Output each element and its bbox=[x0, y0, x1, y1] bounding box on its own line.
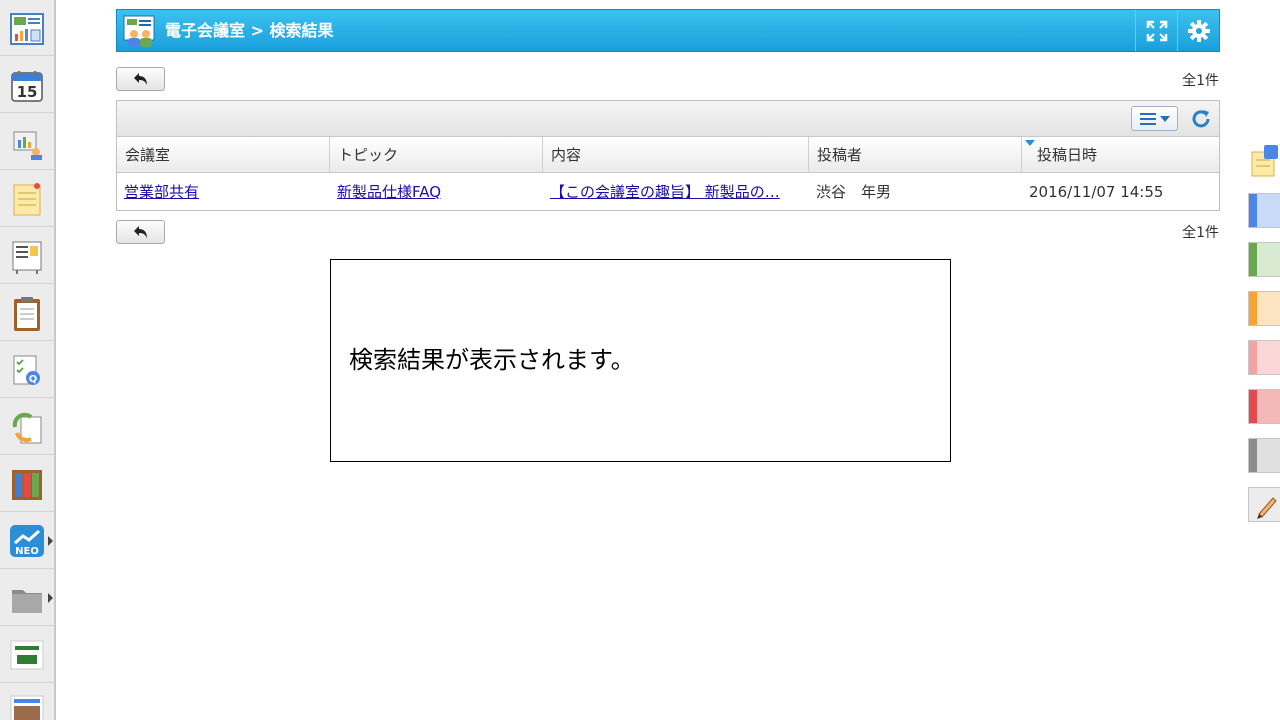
callout-text: 検索結果が表示されます。 bbox=[349, 346, 635, 374]
color-swatch-blue bbox=[1249, 194, 1257, 227]
chevron-down-icon bbox=[1159, 115, 1170, 122]
palette-color-orange[interactable] bbox=[1248, 291, 1280, 326]
sidebar-item-memo[interactable] bbox=[0, 171, 54, 227]
list-menu-icon bbox=[1139, 112, 1156, 125]
color-swatch-orange bbox=[1249, 292, 1257, 325]
settings-button[interactable] bbox=[1177, 10, 1219, 51]
table-row: 営業部共有 新製品仕様FAQ 【この会議室の趣旨】 新製品の… 渋谷 年男 20… bbox=[117, 174, 1219, 210]
calendar-icon: 15 bbox=[11, 70, 43, 102]
display-options-button[interactable] bbox=[1131, 106, 1178, 131]
svg-text:NEO: NEO bbox=[15, 546, 39, 557]
sidebar-item-bulletin[interactable] bbox=[0, 228, 54, 284]
sidebar-item-clipboard[interactable] bbox=[0, 285, 54, 341]
refresh-icon bbox=[1192, 110, 1210, 128]
column-header-datetime-label: 投稿日時 bbox=[1037, 146, 1098, 164]
page-header: 電子会議室 > 検索結果 bbox=[116, 9, 1220, 52]
meeting-room-icon bbox=[123, 15, 155, 47]
color-fill-gray bbox=[1257, 439, 1280, 472]
expand-arrow-icon[interactable] bbox=[48, 535, 53, 546]
clipboard-icon bbox=[14, 296, 40, 331]
sidebar-item-tanomail[interactable] bbox=[0, 627, 54, 683]
column-header-poster[interactable]: 投稿者 bbox=[809, 137, 1022, 173]
color-swatch-green bbox=[1249, 243, 1257, 276]
column-header-datetime[interactable]: 投稿日時 bbox=[1022, 137, 1219, 173]
refresh-button[interactable] bbox=[1187, 106, 1215, 132]
back-arrow-icon bbox=[133, 73, 147, 85]
palette-color-red[interactable] bbox=[1248, 389, 1280, 424]
bulletin-board-icon bbox=[12, 241, 42, 274]
portal-icon bbox=[10, 12, 44, 45]
color-swatch-gray bbox=[1249, 439, 1257, 472]
fullscreen-button[interactable] bbox=[1135, 10, 1177, 51]
color-fill-red bbox=[1257, 390, 1280, 423]
column-header-content[interactable]: 内容 bbox=[543, 137, 809, 173]
topic-link[interactable]: 新製品仕様FAQ bbox=[330, 174, 543, 210]
column-header-topic[interactable]: トピック bbox=[330, 137, 543, 173]
tanomail-icon bbox=[10, 640, 44, 669]
back-button-top[interactable] bbox=[116, 67, 165, 91]
cabinet-icon bbox=[12, 469, 42, 500]
svg-text:15: 15 bbox=[17, 83, 38, 101]
palette-color-pink[interactable] bbox=[1248, 340, 1280, 375]
color-fill-green bbox=[1257, 243, 1280, 276]
banner-icon bbox=[10, 695, 44, 720]
column-header-room[interactable]: 会議室 bbox=[117, 137, 330, 173]
sidebar-item-calendar[interactable]: 15 bbox=[0, 57, 54, 113]
poster-name: 渋谷 年男 bbox=[816, 183, 892, 201]
color-swatch-pink bbox=[1249, 341, 1257, 374]
table-toolbar bbox=[117, 101, 1219, 137]
color-fill-blue bbox=[1257, 194, 1280, 227]
back-button-bottom[interactable] bbox=[116, 220, 165, 244]
color-fill-orange bbox=[1257, 292, 1280, 325]
palette-edit-tab[interactable] bbox=[1248, 487, 1280, 522]
pencil-icon bbox=[1257, 497, 1277, 519]
page-title: 電子会議室 > 検索結果 bbox=[165, 21, 334, 40]
color-swatch-red bbox=[1249, 390, 1257, 423]
search-result-table: 会議室 トピック 内容 投稿者 投稿日時 営業部共有 新製品仕様FAQ 【この会… bbox=[116, 100, 1220, 211]
sidebar-item-portal[interactable] bbox=[0, 0, 54, 56]
annotation-callout: 検索結果が表示されます。 bbox=[330, 259, 951, 462]
sticky-note-icon bbox=[1251, 145, 1278, 177]
svg-text:Q: Q bbox=[29, 374, 38, 385]
sidebar-item-survey[interactable]: Q bbox=[0, 342, 54, 398]
result-count-bottom: 全1件 bbox=[1182, 225, 1219, 241]
neo-app-icon: NEO bbox=[10, 524, 44, 557]
palette-color-green[interactable] bbox=[1248, 242, 1280, 277]
sidebar-item-facility[interactable] bbox=[0, 114, 54, 170]
result-count-top: 全1件 bbox=[1182, 73, 1219, 89]
expand-arrow-icon[interactable] bbox=[48, 592, 53, 603]
palette-color-blue[interactable] bbox=[1248, 193, 1280, 228]
gear-icon bbox=[1187, 19, 1210, 42]
palette-color-gray[interactable] bbox=[1248, 438, 1280, 473]
sidebar-item-banner[interactable] bbox=[0, 684, 54, 720]
facility-icon bbox=[13, 131, 42, 160]
survey-icon: Q bbox=[13, 355, 40, 385]
sort-descending-icon bbox=[1025, 140, 1035, 146]
sidebar-item-folder[interactable] bbox=[0, 570, 54, 626]
workflow-icon bbox=[12, 412, 42, 443]
app-sidebar: 15 Q NEO bbox=[0, 0, 56, 720]
sticky-note-tab[interactable] bbox=[1248, 140, 1280, 177]
sidebar-item-neo[interactable]: NEO bbox=[0, 513, 54, 569]
back-arrow-icon bbox=[133, 226, 147, 238]
sidebar-item-cabinet[interactable] bbox=[0, 456, 54, 512]
sidebar-item-workflow[interactable] bbox=[0, 399, 54, 455]
post-datetime: 2016/11/07 14:55 bbox=[1029, 183, 1164, 201]
color-fill-pink bbox=[1257, 341, 1280, 374]
content-link[interactable]: 【この会議室の趣旨】 新製品の… bbox=[543, 174, 793, 210]
memo-icon bbox=[13, 182, 41, 215]
expand-icon bbox=[1146, 20, 1167, 41]
room-link[interactable]: 営業部共有 bbox=[117, 174, 330, 210]
folder-icon bbox=[12, 589, 42, 613]
table-header: 会議室 トピック 内容 投稿者 投稿日時 bbox=[117, 137, 1219, 173]
